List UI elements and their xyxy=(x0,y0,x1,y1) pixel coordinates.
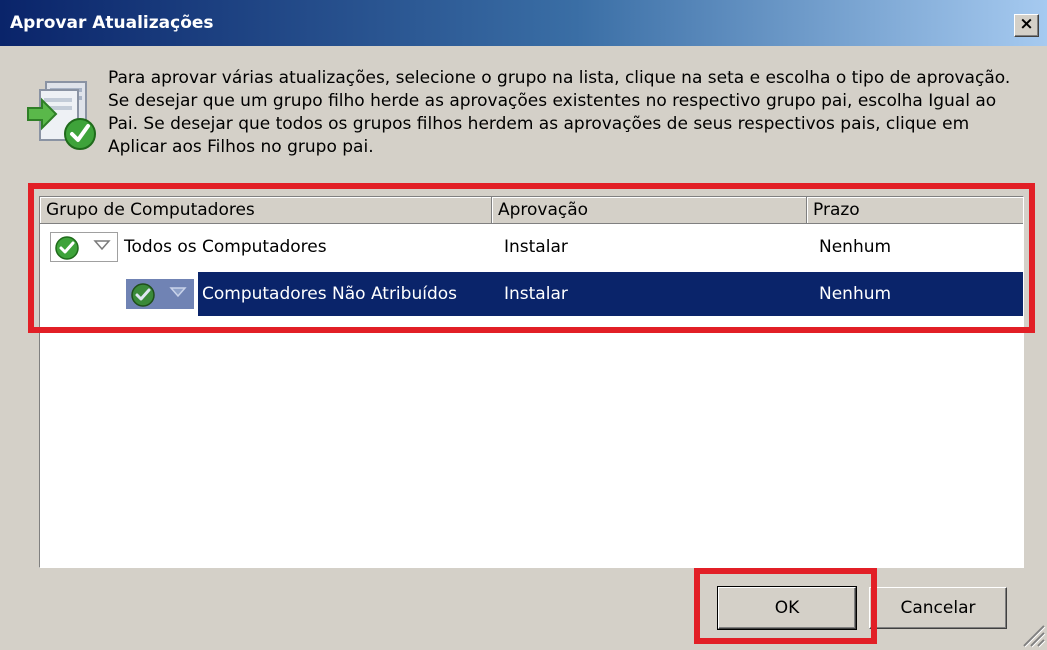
deadline-value: Nenhum xyxy=(819,237,892,257)
column-header-approval[interactable]: Aprovação xyxy=(492,197,807,224)
group-name: Todos os Computadores xyxy=(124,237,327,257)
approval-value: Instalar xyxy=(504,284,568,304)
title-bar: Aprovar Atualizações × xyxy=(0,0,1047,46)
ok-button[interactable]: OK xyxy=(717,586,857,630)
close-icon: × xyxy=(1019,14,1034,34)
list-row-unassigned-computers[interactable]: Computadores Não Atribuídos Instalar Nen… xyxy=(40,271,1023,317)
check-icon xyxy=(131,283,187,307)
approval-dropdown[interactable] xyxy=(50,232,118,262)
cancel-button[interactable]: Cancelar xyxy=(869,587,1007,629)
deadline-value: Nenhum xyxy=(819,284,892,304)
column-header-deadline[interactable]: Prazo xyxy=(807,197,1023,224)
approval-dropdown[interactable] xyxy=(126,279,194,309)
list-header: Grupo de Computadores Aprovação Prazo xyxy=(40,197,1023,224)
approve-updates-dialog: Aprovar Atualizações × Para aprovar vári… xyxy=(0,0,1047,650)
window-title: Aprovar Atualizações xyxy=(10,13,214,33)
approval-value: Instalar xyxy=(504,237,568,257)
resize-grip-icon[interactable] xyxy=(1018,620,1046,648)
column-header-group[interactable]: Grupo de Computadores xyxy=(40,197,492,224)
check-icon xyxy=(55,236,111,260)
close-button[interactable]: × xyxy=(1014,14,1039,37)
instructions-text: Para aprovar várias atualizações, seleci… xyxy=(108,68,1011,157)
list-row-all-computers[interactable]: Todos os Computadores Instalar Nenhum xyxy=(40,224,1023,270)
group-name: Computadores Não Atribuídos xyxy=(202,284,457,304)
computer-group-list[interactable]: Grupo de Computadores Aprovação Prazo To… xyxy=(39,196,1024,568)
update-approval-icon xyxy=(27,81,96,150)
